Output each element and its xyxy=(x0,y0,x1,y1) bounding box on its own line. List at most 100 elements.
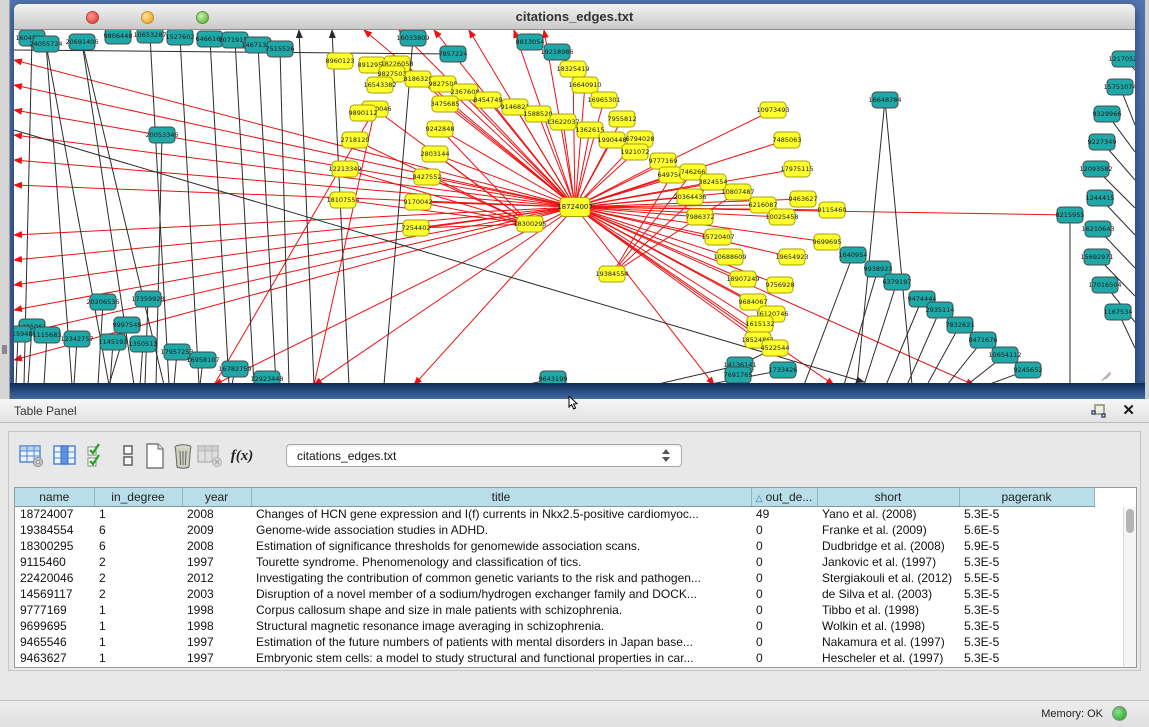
graph-node[interactable]: 7857224 xyxy=(439,46,468,62)
graph-node[interactable]: 17016504 xyxy=(1088,277,1121,293)
graph-node[interactable]: 1990448 xyxy=(598,132,627,148)
graph-node[interactable]: 6379197 xyxy=(883,274,912,290)
graph-node[interactable]: 8427552 xyxy=(413,169,442,185)
graph-node[interactable]: 9699695 xyxy=(813,234,842,250)
graph-node[interactable]: 16033809 xyxy=(396,30,429,46)
graph-node[interactable]: 10025458 xyxy=(765,209,798,225)
graph-node[interactable]: 10653287 xyxy=(133,30,166,43)
column-visibility-icon[interactable] xyxy=(50,440,80,472)
graph-node[interactable]: 19384554 xyxy=(595,266,628,282)
graph-edge[interactable] xyxy=(864,282,897,383)
graph-node[interactable]: 18724007 xyxy=(557,198,593,217)
scrollbar-thumb[interactable] xyxy=(1126,509,1134,533)
function-builder-icon[interactable]: f(x) xyxy=(227,440,257,472)
table-settings-icon[interactable] xyxy=(17,440,47,472)
graph-node[interactable]: 18107554 xyxy=(326,192,359,208)
graph-node[interactable]: 2718120 xyxy=(341,132,370,148)
graph-node[interactable]: 8215955 xyxy=(1056,207,1085,223)
graph-node[interactable]: 8454749 xyxy=(474,92,503,108)
graph-edge[interactable] xyxy=(857,100,885,383)
graph-node[interactable]: 12093582 xyxy=(1079,161,1112,177)
table-row[interactable]: 977716911998Corpus callosum shape and si… xyxy=(15,602,1094,618)
node-table[interactable]: namein_degreeyeartitle△out_de...shortpag… xyxy=(14,487,1137,668)
graph-node[interactable]: 20053346 xyxy=(145,127,178,143)
graph-edge[interactable] xyxy=(14,207,575,260)
graph-node[interactable]: 8960123 xyxy=(326,53,355,69)
graph-edge[interactable] xyxy=(575,207,792,257)
graph-edge[interactable] xyxy=(14,160,575,207)
graph-node[interactable]: 16782759 xyxy=(218,361,251,377)
graph-node[interactable]: 16648784 xyxy=(868,92,901,108)
graph-edge[interactable] xyxy=(804,255,853,383)
graph-edge[interactable] xyxy=(14,50,453,54)
graph-node[interactable]: 7254402 xyxy=(402,220,431,236)
graph-node[interactable]: 12213349 xyxy=(328,161,361,177)
graph-node[interactable]: 16958107 xyxy=(186,352,219,368)
graph-node[interactable]: 19654923 xyxy=(775,249,808,265)
column-header-title[interactable]: title xyxy=(251,488,751,506)
column-header-in-degree[interactable]: in_degree xyxy=(94,488,182,506)
rows-icon[interactable] xyxy=(113,440,143,472)
graph-edge[interactable] xyxy=(14,60,575,207)
window-resize-grip[interactable] xyxy=(1097,364,1113,380)
graph-node[interactable]: 9170042 xyxy=(404,194,433,210)
network-window-titlebar[interactable]: citations_edges.txt xyxy=(14,4,1135,30)
panel-handle-icon[interactable] xyxy=(2,345,7,354)
graph-node[interactable]: 24055724 xyxy=(29,36,62,52)
graph-node[interactable]: 1145193 xyxy=(99,334,128,350)
table-row[interactable]: 1830029562008Estimation of significance … xyxy=(15,538,1094,554)
memory-ok-indicator[interactable] xyxy=(1112,706,1127,721)
graph-node[interactable]: 9890112 xyxy=(349,105,378,121)
table-row[interactable]: 946362711997Embryonic stem cells: a mode… xyxy=(15,650,1094,666)
table-source-select[interactable]: citations_edges.txt xyxy=(286,444,682,467)
graph-node[interactable]: 7986372 xyxy=(686,209,715,225)
table-row[interactable]: 1456911722003Disruption of a novel membe… xyxy=(15,586,1094,602)
graph-node[interactable]: 15692971 xyxy=(1080,249,1113,265)
graph-node[interactable]: 1167534 xyxy=(1104,304,1133,320)
graph-edge[interactable] xyxy=(440,129,530,224)
select-all-icon[interactable] xyxy=(82,440,112,472)
network-graph-svg[interactable]: 1604557124055724206914069806448106532871… xyxy=(14,30,1135,383)
table-row[interactable]: 1872400712008Changes of HCN gene express… xyxy=(15,506,1094,522)
graph-node[interactable]: 1527602 xyxy=(166,30,195,45)
graph-edge[interactable] xyxy=(14,207,575,360)
graph-node[interactable]: 7485063 xyxy=(773,132,802,148)
network-canvas[interactable]: 1604557124055724206914069806448106532871… xyxy=(14,30,1135,383)
graph-node[interactable]: 12170527 xyxy=(1108,51,1135,67)
table-row[interactable]: 946554611997Estimation of the future num… xyxy=(15,634,1094,650)
graph-node[interactable]: 12342757 xyxy=(60,331,93,347)
graph-node[interactable]: 15720407 xyxy=(701,229,734,245)
graph-node[interactable]: 2803144 xyxy=(421,146,450,162)
close-panel-icon[interactable]: ✕ xyxy=(1122,401,1135,419)
graph-edge[interactable] xyxy=(885,100,912,383)
graph-node[interactable]: 7691765 xyxy=(724,367,753,383)
graph-edge[interactable] xyxy=(258,45,276,383)
graph-node[interactable]: 9643199 xyxy=(539,371,568,383)
graph-node[interactable]: 10807487 xyxy=(721,184,754,200)
graph-node[interactable]: 18325419 xyxy=(556,61,589,77)
delete-table-icon[interactable] xyxy=(168,440,198,472)
graph-node[interactable]: 18300295 xyxy=(513,216,546,232)
new-table-icon[interactable] xyxy=(140,440,170,472)
graph-node[interactable]: 3915948 xyxy=(14,326,32,342)
graph-node[interactable]: 9115460 xyxy=(818,202,847,218)
graph-edge[interactable] xyxy=(844,269,878,383)
graph-node[interactable]: 9756928 xyxy=(766,277,795,293)
graph-node[interactable]: 3475685 xyxy=(431,96,460,112)
float-window-icon[interactable] xyxy=(1091,403,1107,419)
graph-edge[interactable] xyxy=(314,109,375,383)
graph-node[interactable]: 1115683 xyxy=(33,327,62,343)
network-view-window[interactable]: citations_edges.txt 16045571240557242069… xyxy=(14,4,1135,383)
graph-node[interactable]: 20364436 xyxy=(673,189,706,205)
column-header-short[interactable]: short xyxy=(817,488,959,506)
graph-node[interactable]: 9227349 xyxy=(1088,134,1117,150)
graph-node[interactable]: 17359928 xyxy=(131,291,164,307)
graph-node[interactable]: 1733426 xyxy=(769,362,798,378)
import-table-icon[interactable] xyxy=(195,440,225,472)
graph-node[interactable]: 1921072 xyxy=(621,144,650,160)
column-header-pagerank[interactable]: pagerank xyxy=(959,488,1094,506)
table-row[interactable]: 1938455462009Genome-wide association stu… xyxy=(15,522,1094,538)
graph-edge[interactable] xyxy=(414,207,575,383)
table-row[interactable]: 969969511998Structural magnetic resonanc… xyxy=(15,618,1094,634)
table-row[interactable]: 911546021997Tourette syndrome. Phenomeno… xyxy=(15,554,1094,570)
